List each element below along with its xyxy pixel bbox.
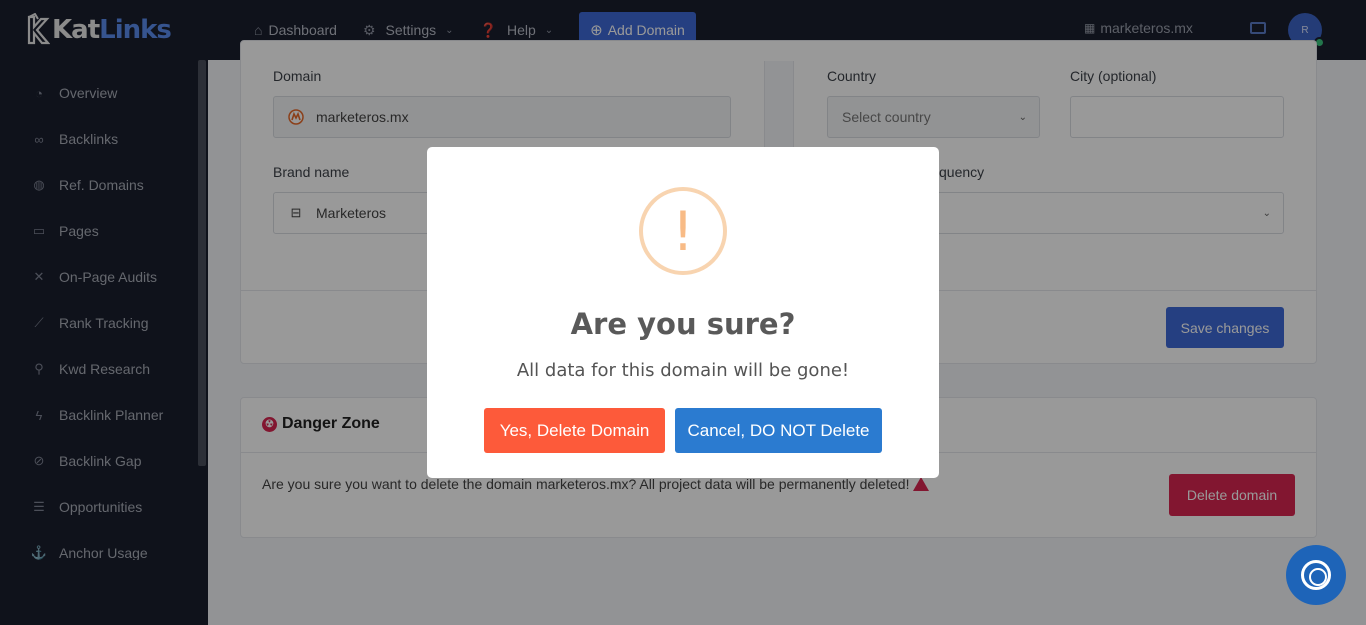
support-chat-button[interactable] <box>1286 545 1346 605</box>
cancel-delete-label: Cancel, DO NOT Delete <box>687 420 870 440</box>
warning-circle-icon: ! <box>639 187 727 275</box>
warning-glyph: ! <box>672 199 694 263</box>
dialog-message: All data for this domain will be gone! <box>516 360 850 381</box>
confirm-delete-dialog: ! Are you sure? All data for this domain… <box>427 147 939 478</box>
dialog-title: Are you sure? <box>570 307 796 341</box>
lifebuoy-icon <box>1301 560 1331 590</box>
cancel-delete-button[interactable]: Cancel, DO NOT Delete <box>675 408 882 453</box>
confirm-delete-label: Yes, Delete Domain <box>499 420 650 440</box>
confirm-delete-button[interactable]: Yes, Delete Domain <box>484 408 665 453</box>
